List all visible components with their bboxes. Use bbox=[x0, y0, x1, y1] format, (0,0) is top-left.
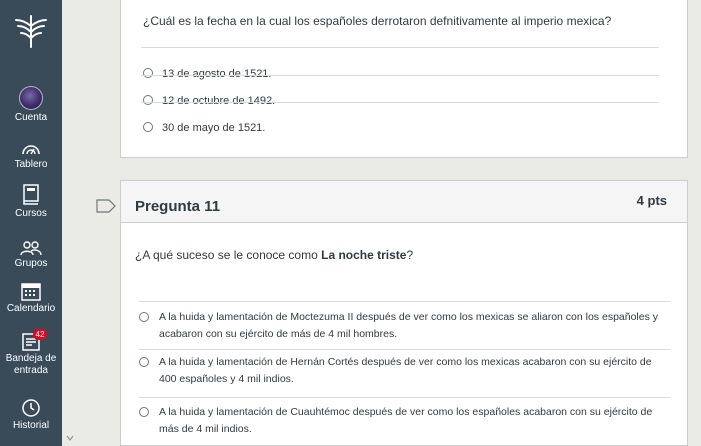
nav-account-label: Cuenta bbox=[14, 112, 48, 123]
previous-answer-option-3[interactable]: 30 de mayo de 1521. bbox=[143, 120, 667, 136]
flag-question-icon[interactable] bbox=[96, 199, 116, 213]
radio-button[interactable] bbox=[139, 407, 149, 417]
divider bbox=[139, 397, 671, 398]
answer-option-1[interactable]: A la huida y lamentación de Moctezuma II… bbox=[139, 309, 671, 343]
answer-text: A la huida y lamentación de Moctezuma II… bbox=[159, 311, 659, 340]
nav-dashboard[interactable]: Tablero bbox=[0, 141, 62, 170]
question-points: 4 pts bbox=[636, 193, 667, 208]
nav-groups-label: Grupos bbox=[14, 258, 48, 269]
radio-button[interactable] bbox=[139, 357, 149, 367]
nav-calendar[interactable]: Calendario bbox=[0, 283, 62, 314]
radio-button[interactable] bbox=[143, 95, 153, 105]
answer-option-3[interactable]: A la huida y lamentación de Cuauhtémoc d… bbox=[139, 404, 671, 438]
answer-text: 30 de mayo de 1521. bbox=[162, 122, 266, 134]
nav-history[interactable]: Historial bbox=[0, 398, 62, 431]
nav-history-label: Historial bbox=[12, 420, 50, 431]
global-navigation: Cuenta Tablero Cursos Grupos Calendario … bbox=[0, 0, 62, 446]
previous-answer-option-1[interactable]: 13 de agosto de 1521. bbox=[143, 66, 667, 82]
previous-question-card: ¿Cuál es la fecha en la cual los español… bbox=[120, 0, 688, 158]
question-text-prefix: ¿A qué suceso se le conoce como bbox=[135, 248, 322, 262]
nav-account[interactable]: Cuenta bbox=[0, 86, 62, 123]
divider bbox=[141, 47, 659, 48]
question-title: Pregunta 11 bbox=[135, 198, 221, 215]
courses-book-icon bbox=[23, 184, 39, 205]
groups-people-icon bbox=[20, 241, 42, 256]
question-header: Pregunta 11 4 pts bbox=[121, 181, 687, 223]
divider bbox=[141, 102, 659, 103]
answer-text: 13 de agosto de 1521. bbox=[162, 68, 272, 80]
calendar-icon bbox=[21, 283, 41, 301]
nav-courses[interactable]: Cursos bbox=[0, 184, 62, 219]
history-clock-icon bbox=[22, 399, 40, 417]
radio-button[interactable] bbox=[143, 122, 153, 132]
nav-courses-label: Cursos bbox=[15, 208, 47, 219]
canvas-tree-logo-icon bbox=[15, 15, 47, 48]
answer-option-2[interactable]: A la huida y lamentación de Hernán Corté… bbox=[139, 354, 671, 388]
nav-logo[interactable] bbox=[0, 14, 62, 48]
nav-dashboard-label: Tablero bbox=[14, 159, 48, 170]
divider bbox=[139, 349, 671, 350]
radio-button[interactable] bbox=[143, 68, 153, 78]
nav-inbox-label: Bandeja de entrada bbox=[5, 353, 57, 376]
answer-text: A la huida y lamentación de Hernán Corté… bbox=[159, 356, 652, 385]
nav-inbox[interactable]: 42 Bandeja de entrada bbox=[0, 329, 62, 377]
answer-text: 12 de octubre de 1492. bbox=[162, 95, 276, 107]
collapse-nav-chevron-icon[interactable] bbox=[66, 434, 74, 442]
question-text: ¿A qué suceso se le conoce como La noche… bbox=[135, 248, 667, 262]
answer-text: A la huida y lamentación de Cuauhtémoc d… bbox=[159, 406, 653, 435]
question-text-suffix: ? bbox=[406, 248, 414, 262]
question-11-card: Pregunta 11 4 pts ¿A qué suceso se le co… bbox=[120, 180, 688, 446]
question-text-bold: La noche triste bbox=[321, 248, 407, 262]
nav-groups[interactable]: Grupos bbox=[0, 240, 62, 269]
divider bbox=[139, 301, 671, 302]
previous-question-text: ¿Cuál es la fecha en la cual los español… bbox=[143, 14, 612, 28]
nav-calendar-label: Calendario bbox=[6, 303, 56, 314]
radio-button[interactable] bbox=[139, 312, 149, 322]
inbox-unread-badge: 42 bbox=[33, 329, 47, 340]
dashboard-gauge-icon bbox=[22, 145, 40, 155]
previous-answer-option-2[interactable]: 12 de octubre de 1492. bbox=[143, 93, 667, 109]
avatar bbox=[19, 86, 43, 110]
divider bbox=[141, 75, 659, 76]
